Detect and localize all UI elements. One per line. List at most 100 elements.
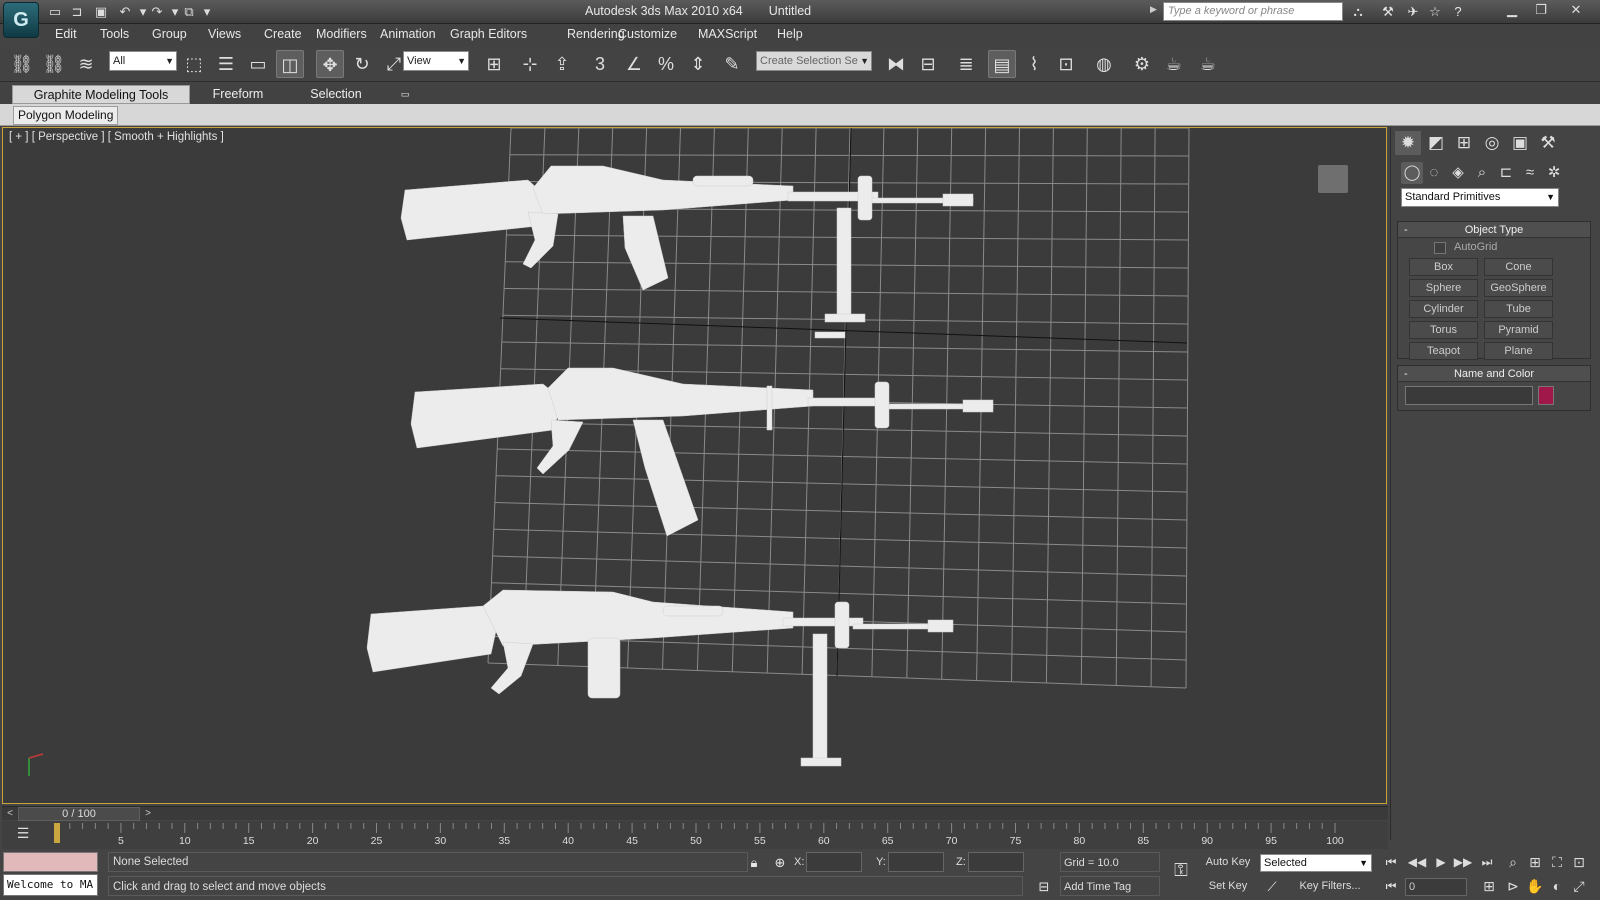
close-icon[interactable]: ✕ bbox=[1562, 0, 1590, 20]
open-file-icon[interactable]: ⊐ bbox=[68, 3, 86, 20]
reference-coordinate-dropdown[interactable]: View ▼ bbox=[403, 51, 469, 71]
named-selection-sets-input[interactable]: Create Selection Se ▼ bbox=[756, 51, 872, 71]
communication-center-icon[interactable]: ✈ bbox=[1403, 3, 1423, 20]
lock-selection-icon[interactable]: 🔒︎ bbox=[744, 854, 764, 871]
edit-named-selection-icon[interactable]: ✎ bbox=[718, 50, 746, 78]
key-mode-toggle-icon[interactable]: ⏮ bbox=[1380, 876, 1402, 896]
object-category-dropdown[interactable]: Standard Primitives ▼ bbox=[1401, 188, 1559, 207]
menu-tools[interactable]: Tools bbox=[100, 27, 129, 41]
keyboard-shortcut-override-icon[interactable]: ⇪ bbox=[548, 50, 576, 78]
next-frame-icon[interactable]: > bbox=[142, 807, 154, 821]
x-coordinate-field[interactable] bbox=[806, 852, 862, 872]
autogrid-checkbox[interactable] bbox=[1434, 242, 1446, 254]
tab-freeform[interactable]: Freeform bbox=[200, 85, 276, 104]
plane-button[interactable]: Plane bbox=[1484, 342, 1553, 360]
rectangular-selection-region-icon[interactable]: ▭ bbox=[244, 50, 272, 78]
teapot-button[interactable]: Teapot bbox=[1409, 342, 1478, 360]
menu-modifiers[interactable]: Modifiers bbox=[316, 27, 367, 41]
box-button[interactable]: Box bbox=[1409, 258, 1478, 276]
display-panel-icon[interactable]: ▣ bbox=[1507, 131, 1533, 155]
systems-icon[interactable]: ✲ bbox=[1543, 162, 1565, 184]
select-and-rotate-icon[interactable]: ↻ bbox=[348, 50, 376, 78]
geometry-icon[interactable]: ◯ bbox=[1401, 162, 1423, 184]
zoom-all-icon[interactable]: ⊞ bbox=[1524, 852, 1546, 872]
menu-help[interactable]: Help bbox=[777, 27, 803, 41]
key-filters-button[interactable]: Key Filters... bbox=[1288, 876, 1372, 896]
menu-create[interactable]: Create bbox=[264, 27, 302, 41]
cylinder-button[interactable]: Cylinder bbox=[1409, 300, 1478, 318]
maxscript-input[interactable]: Welcome to MA bbox=[3, 874, 98, 896]
hierarchy-panel-icon[interactable]: ⊞ bbox=[1451, 131, 1477, 155]
mirror-icon[interactable]: ⧓ bbox=[882, 50, 910, 78]
add-time-tag-button[interactable]: Add Time Tag bbox=[1060, 876, 1160, 896]
select-by-name-icon[interactable]: ☰ bbox=[212, 50, 240, 78]
curve-editor-icon[interactable]: ⌇ bbox=[1020, 50, 1048, 78]
rendered-frame-window-icon[interactable]: ☕ bbox=[1160, 50, 1188, 78]
set-key-button[interactable]: Set Key bbox=[1205, 876, 1251, 896]
angle-snap-icon[interactable]: ∠ bbox=[620, 50, 648, 78]
utilities-panel-icon[interactable]: ⚒ bbox=[1535, 131, 1561, 155]
cone-button[interactable]: Cone bbox=[1484, 258, 1553, 276]
render-setup-icon[interactable]: ⚙ bbox=[1128, 50, 1156, 78]
minimize-icon[interactable]: ▁ bbox=[1498, 0, 1526, 20]
help-icon[interactable]: ? bbox=[1448, 3, 1468, 20]
y-coordinate-field[interactable] bbox=[888, 852, 944, 872]
current-frame-marker[interactable] bbox=[54, 823, 60, 843]
time-tag-icon[interactable]: ⊟ bbox=[1034, 878, 1054, 895]
create-panel-icon[interactable]: ✹ bbox=[1395, 131, 1421, 155]
unlink-selection-icon[interactable]: ⛓ bbox=[40, 50, 68, 78]
auto-key-button[interactable]: Auto Key bbox=[1205, 852, 1251, 872]
shapes-icon[interactable]: ◌ bbox=[1423, 162, 1445, 184]
pyramid-button[interactable]: Pyramid bbox=[1484, 321, 1553, 339]
sphere-button[interactable]: Sphere bbox=[1409, 279, 1478, 297]
cameras-icon[interactable]: ⌕ bbox=[1471, 162, 1493, 184]
menu-edit[interactable]: Edit bbox=[55, 27, 77, 41]
tab-polygon-modeling[interactable]: Polygon Modeling bbox=[13, 106, 119, 125]
current-frame-field[interactable]: 0 bbox=[1405, 878, 1467, 896]
redo-icon[interactable]: ↷ bbox=[148, 3, 166, 20]
selection-filter-dropdown[interactable]: All ▼ bbox=[109, 51, 177, 71]
perspective-viewport[interactable]: [ + ] [ Perspective ] [ Smooth + Highlig… bbox=[2, 127, 1387, 804]
object-color-swatch[interactable] bbox=[1538, 386, 1554, 405]
absolute-mode-transform-icon[interactable]: ⊕ bbox=[770, 854, 790, 871]
tab-selection[interactable]: Selection bbox=[296, 85, 376, 104]
menu-customize[interactable]: Customize bbox=[618, 27, 677, 41]
z-coordinate-field[interactable] bbox=[968, 852, 1024, 872]
material-editor-icon[interactable]: ◍ bbox=[1090, 50, 1118, 78]
name-and-color-rollout-header[interactable]: - Name and Color bbox=[1398, 366, 1590, 382]
zoom-extents-all-icon[interactable]: ⊡ bbox=[1568, 852, 1590, 872]
play-icon[interactable]: ▶ bbox=[1430, 852, 1452, 872]
time-configuration-icon[interactable]: ⊞ bbox=[1478, 876, 1500, 896]
schematic-view-icon[interactable]: ⊡ bbox=[1052, 50, 1080, 78]
qat-dropdown-icon[interactable]: ▾ bbox=[198, 3, 216, 20]
layer-manager-icon[interactable]: ≣ bbox=[952, 50, 980, 78]
go-to-start-icon[interactable]: ⏮ bbox=[1380, 852, 1402, 872]
track-bar[interactable]: ☰ 5 10 15 20 25 30 35 40 45 50 55 60 65 70 75 80 85 90 95 1… bbox=[2, 821, 1388, 849]
motion-panel-icon[interactable]: ◎ bbox=[1479, 131, 1505, 155]
select-and-link-icon[interactable]: ⛓ bbox=[8, 50, 36, 78]
object-name-field[interactable] bbox=[1405, 386, 1533, 405]
torus-button[interactable]: Torus bbox=[1409, 321, 1478, 339]
zoom-extents-icon[interactable]: ⛶ bbox=[1546, 852, 1568, 872]
geosphere-button[interactable]: GeoSphere bbox=[1484, 279, 1553, 297]
restore-icon[interactable]: ❐ bbox=[1527, 0, 1555, 20]
key-mode-dropdown[interactable]: Selected ▼ bbox=[1260, 854, 1372, 872]
menu-graph-editors[interactable]: Graph Editors bbox=[450, 27, 527, 41]
new-file-icon[interactable]: ▭ bbox=[46, 3, 64, 20]
menu-group[interactable]: Group bbox=[152, 27, 187, 41]
undo-icon[interactable]: ↶ bbox=[116, 3, 134, 20]
object-type-rollout-header[interactable]: - Object Type bbox=[1398, 222, 1590, 238]
maximize-viewport-icon[interactable]: ⤢ bbox=[1568, 876, 1590, 896]
menu-animation[interactable]: Animation bbox=[380, 27, 436, 41]
window-crossing-icon[interactable]: ◫ bbox=[276, 50, 304, 78]
bind-to-space-warp-icon[interactable]: ≋ bbox=[72, 50, 100, 78]
ribbon-options-icon[interactable]: ▭ bbox=[398, 85, 412, 104]
orbit-icon[interactable]: ◐ bbox=[1546, 876, 1568, 896]
menu-rendering[interactable]: Rendering bbox=[567, 27, 625, 41]
graphite-modeling-tools-toggle-icon[interactable]: ▤ bbox=[988, 50, 1016, 78]
align-icon[interactable]: ⊟ bbox=[914, 50, 942, 78]
tube-button[interactable]: Tube bbox=[1484, 300, 1553, 318]
go-to-end-icon[interactable]: ⏭ bbox=[1476, 852, 1498, 872]
search-input[interactable]: Type a keyword or phrase bbox=[1163, 2, 1343, 21]
set-keys-icon[interactable]: ⚿ bbox=[1166, 860, 1196, 884]
